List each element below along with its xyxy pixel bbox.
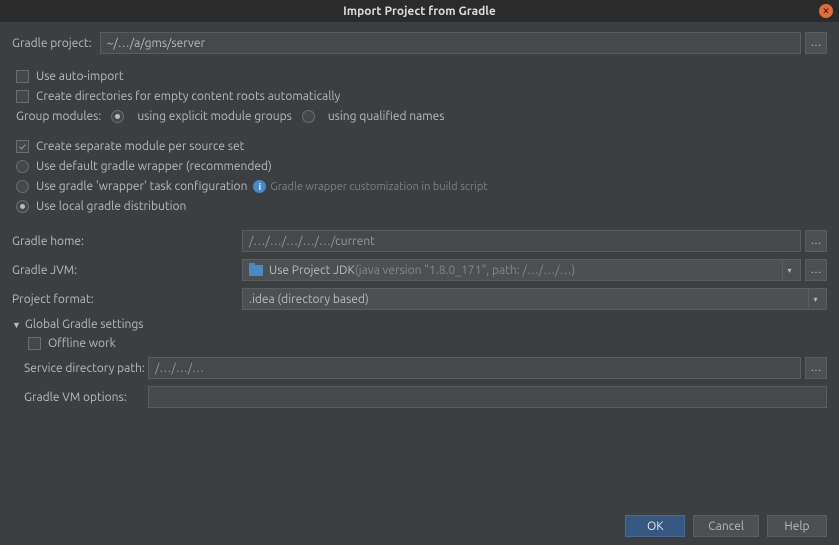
info-icon: i xyxy=(253,180,266,193)
global-settings-header[interactable]: ▼ Global Gradle settings xyxy=(12,318,827,331)
help-button[interactable]: Help xyxy=(767,515,827,537)
wrapper-hint: Gradle wrapper customization in build sc… xyxy=(270,181,487,193)
qualified-names-radio[interactable]: using qualified names xyxy=(302,110,445,123)
default-wrapper-radio[interactable]: Use default gradle wrapper (recommended) xyxy=(12,160,827,173)
gradle-project-label: Gradle project: xyxy=(12,37,92,50)
radio-icon xyxy=(16,200,29,213)
project-format-dropdown[interactable]: .idea (directory based) ▾ xyxy=(242,288,827,310)
window-title: Import Project from Gradle xyxy=(343,5,496,18)
create-dirs-option[interactable]: Create directories for empty content roo… xyxy=(12,90,827,103)
gradle-home-input[interactable]: /…/…/…/…/…/current xyxy=(242,230,801,252)
vm-options-label: Gradle VM options: xyxy=(24,391,148,404)
vm-options-input[interactable] xyxy=(148,386,827,408)
browse-gradle-jvm-button[interactable]: … xyxy=(805,259,827,281)
radio-icon xyxy=(16,160,29,173)
close-icon[interactable]: ✕ xyxy=(819,4,833,18)
project-format-label: Project format: xyxy=(12,293,242,306)
explicit-groups-radio[interactable]: using explicit module groups xyxy=(111,110,292,123)
checkbox-icon xyxy=(16,140,29,153)
chevron-down-icon: ▾ xyxy=(782,260,796,280)
group-modules-label: Group modules: xyxy=(16,110,101,123)
checkbox-icon xyxy=(16,90,29,103)
browse-gradle-project-button[interactable]: … xyxy=(805,32,827,54)
checkbox-icon xyxy=(28,337,41,350)
radio-icon xyxy=(16,180,29,193)
auto-import-option[interactable]: Use auto-import xyxy=(12,70,827,83)
wrapper-task-radio[interactable]: Use gradle 'wrapper' task configuration … xyxy=(12,180,827,193)
checkbox-icon xyxy=(16,70,29,83)
service-dir-input[interactable] xyxy=(148,357,801,379)
gradle-jvm-dropdown[interactable]: Use Project JDK (java version "1.8.0_171… xyxy=(242,259,801,281)
gradle-project-input[interactable] xyxy=(100,32,801,54)
ok-button[interactable]: OK xyxy=(625,515,685,537)
local-dist-radio[interactable]: Use local gradle distribution xyxy=(12,200,827,213)
triangle-down-icon: ▼ xyxy=(12,320,21,330)
separate-module-option[interactable]: Create separate module per source set xyxy=(12,140,827,153)
folder-icon xyxy=(249,265,263,276)
dialog-footer: OK Cancel Help xyxy=(0,507,839,545)
radio-icon xyxy=(111,110,124,123)
gradle-jvm-label: Gradle JVM: xyxy=(12,264,242,277)
service-dir-label: Service directory path: xyxy=(24,362,148,375)
cancel-button[interactable]: Cancel xyxy=(693,515,759,537)
titlebar: Import Project from Gradle ✕ xyxy=(0,0,839,22)
browse-gradle-home-button[interactable]: … xyxy=(805,230,827,252)
radio-icon xyxy=(302,110,315,123)
browse-service-dir-button[interactable]: … xyxy=(805,357,827,379)
offline-work-option[interactable]: Offline work xyxy=(24,337,827,350)
gradle-home-label: Gradle home: xyxy=(12,235,242,248)
chevron-down-icon: ▾ xyxy=(808,289,822,309)
